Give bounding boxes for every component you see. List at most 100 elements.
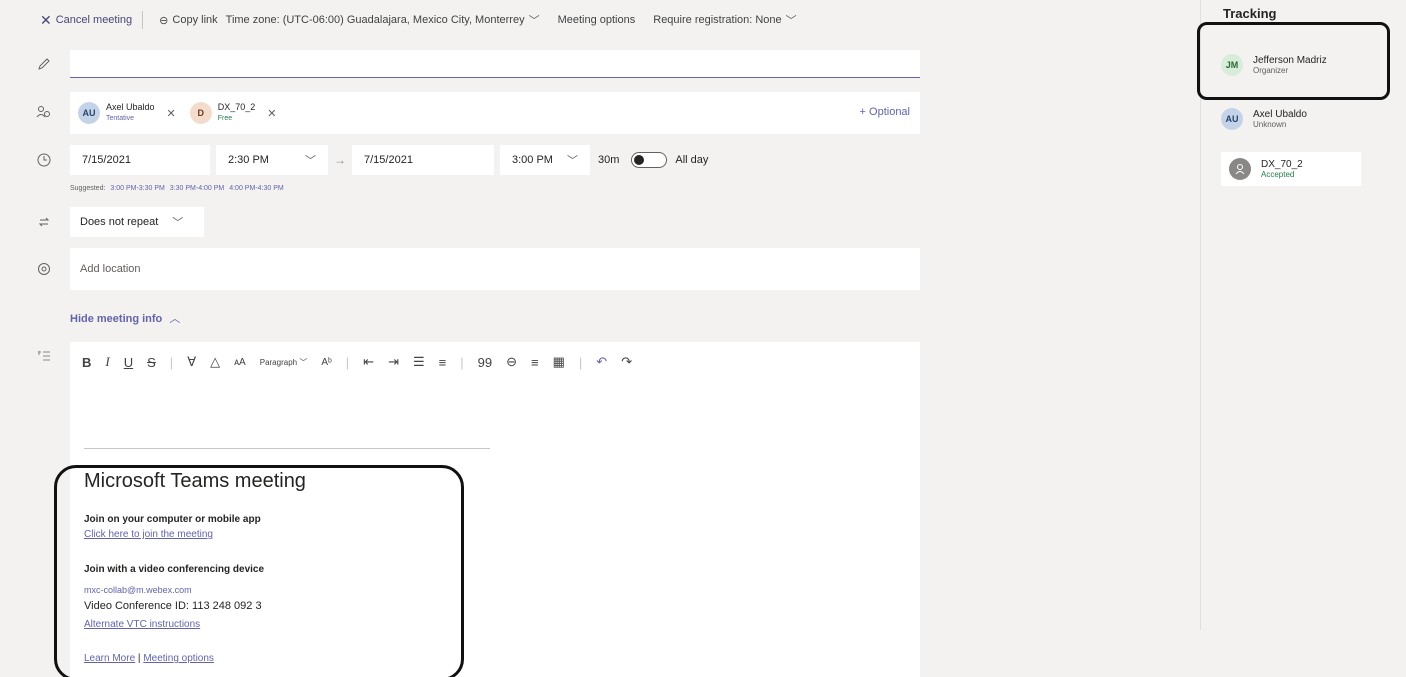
end-time-picker[interactable]: 3:00 PM ﹀ (500, 145, 590, 175)
all-day-toggle[interactable] (631, 152, 668, 168)
horizontal-rule-icon[interactable]: ≡ (531, 355, 539, 370)
redo-icon[interactable]: ↷ (621, 354, 632, 370)
toolbar-divider (142, 11, 144, 29)
text-format-icon (34, 346, 54, 366)
all-day-label: All day (675, 154, 709, 166)
link-icon[interactable]: ⊖ (506, 354, 517, 370)
clear-format-icon[interactable]: Aᵇ (321, 357, 331, 368)
attendee-picker[interactable]: AU Axel Ubaldo Tentative ✕ D DX_70_2 Fre… (70, 92, 920, 134)
chevron-down-icon: ﹀ (785, 15, 797, 27)
underline-icon[interactable]: U (124, 355, 133, 370)
repeat-dropdown[interactable]: Does not repeat ﹀ (70, 207, 204, 237)
repeat-value: Does not repeat (80, 216, 159, 228)
attendee-name: DX_70_2 (217, 102, 256, 112)
optional-attendees-link[interactable]: + Optional (860, 106, 910, 118)
person-role: Unknown (1253, 120, 1287, 129)
strikethrough-icon[interactable]: S (147, 355, 156, 370)
copy-link-label: Copy link (172, 14, 218, 26)
toolbar-divider: | (169, 354, 174, 370)
hide-meeting-info-button[interactable]: Hide meeting info ︿ (70, 310, 180, 326)
font-color-icon[interactable]: △ (210, 354, 220, 370)
copy-link-button[interactable]: ⊖ Copy link (159, 14, 217, 27)
attendee-chip[interactable]: AU Axel Ubaldo Tentative ✕ (78, 102, 176, 124)
duration-label: 30m (598, 154, 620, 166)
location-input[interactable]: Add location (70, 248, 920, 290)
person-name: Axel Ubaldo (1253, 109, 1307, 120)
meeting-options-button[interactable]: Meeting options (558, 14, 636, 26)
avatar: AU (78, 102, 100, 124)
remove-attendee-icon[interactable]: ✕ (267, 107, 276, 120)
tracking-title: Tracking (1223, 6, 1277, 21)
start-time-picker[interactable]: 2:30 PM ﹀ (216, 145, 328, 175)
repeat-icon (34, 212, 54, 232)
registration-label: Require registration: None (653, 14, 782, 26)
empty-canvas (930, 40, 1200, 677)
arrow-right-icon: → (334, 153, 346, 167)
date-time-row: 7/15/2021 2:30 PM ﹀ → 7/15/2021 3:00 PM … (70, 145, 708, 175)
end-date-value: 7/15/2021 (364, 154, 413, 166)
suggested-slot[interactable]: 3:30 PM-4:00 PM (170, 185, 224, 192)
location-icon (34, 259, 54, 279)
quote-icon[interactable]: 99 (478, 355, 492, 370)
chevron-up-icon: ︿ (169, 313, 181, 325)
toolbar-divider: | (460, 354, 464, 370)
cancel-meeting-button[interactable]: ✕ Cancel meeting (40, 12, 132, 29)
people-icon (34, 102, 54, 122)
attendee-name: Axel Ubaldo (106, 102, 155, 112)
remove-attendee-icon[interactable]: ✕ (167, 107, 176, 120)
editor-divider (84, 448, 490, 449)
title-input[interactable] (70, 50, 920, 78)
annotation-highlight (1197, 22, 1390, 100)
hide-meeting-info-label: Hide meeting info (70, 313, 163, 325)
toolbar-divider: | (345, 354, 350, 370)
link-icon: ⊖ (159, 14, 169, 27)
suggested-slot[interactable]: 4:00 PM-4:30 PM (229, 185, 283, 192)
table-icon[interactable]: ▦ (553, 354, 565, 370)
end-time-value: 3:00 PM (512, 154, 553, 166)
end-date-picker[interactable]: 7/15/2021 (352, 145, 494, 175)
attendee-status: Tentative (106, 115, 135, 122)
avatar: D (189, 102, 212, 124)
pencil-icon (34, 54, 54, 74)
bold-icon[interactable]: B (82, 355, 91, 370)
meeting-toolbar: ✕ Cancel meeting ⊖ Copy link Time zone: … (0, 0, 1200, 40)
tracking-person[interactable]: DX_70_2 Accepted (1221, 152, 1361, 186)
close-icon: ✕ (40, 11, 52, 28)
avatar: AU (1221, 108, 1243, 130)
increase-indent-icon[interactable]: ⇥ (388, 354, 399, 370)
italic-icon[interactable]: I (105, 354, 109, 370)
cancel-meeting-label: Cancel meeting (55, 14, 133, 26)
attendee-status: Free (217, 115, 233, 122)
start-date-picker[interactable]: 7/15/2021 (70, 145, 210, 175)
start-date-value: 7/15/2021 (82, 154, 131, 166)
registration-dropdown[interactable]: Require registration: None ﹀ (653, 12, 796, 28)
attendee-chip[interactable]: D DX_70_2 Free ✕ (189, 102, 277, 124)
chevron-down-icon: ﹀ (305, 155, 316, 167)
tracking-person[interactable]: AU Axel Ubaldo Unknown (1221, 108, 1307, 130)
suggested-slot[interactable]: 3:00 PM-3:30 PM (110, 185, 164, 192)
suggested-label: Suggested: (70, 185, 106, 192)
meeting-options-label: Meeting options (557, 14, 636, 26)
undo-icon[interactable]: ↶ (596, 354, 607, 370)
paragraph-dropdown[interactable]: Paragraph ﹀ (260, 357, 308, 368)
chevron-down-icon: ﹀ (172, 217, 184, 229)
start-time-value: 2:30 PM (228, 154, 269, 166)
chevron-down-icon: ﹀ (528, 15, 540, 27)
numbered-list-icon[interactable]: ≡ (439, 355, 447, 370)
toolbar-divider: | (578, 354, 583, 370)
location-placeholder: Add location (80, 263, 141, 275)
bullet-list-icon[interactable]: ☰ (413, 354, 425, 370)
decrease-indent-icon[interactable]: ⇤ (363, 354, 374, 370)
clock-icon (34, 150, 54, 170)
timezone-label: Time zone: (UTC-06:00) Guadalajara, Mexi… (225, 14, 525, 26)
suggested-times: Suggested: 3:00 PM-3:30 PM 3:30 PM-4:00 … (70, 185, 284, 192)
annotation-highlight (54, 465, 464, 677)
highlight-icon[interactable]: ∀ (187, 354, 196, 370)
person-name: DX_70_2 (1261, 159, 1303, 170)
paragraph-label: Paragraph (259, 357, 298, 367)
formatting-toolbar: B I U S | ∀ △ ᴀA Paragraph ﹀ Aᵇ | ⇤ ⇥ ☰ … (82, 352, 632, 372)
chevron-down-icon: ﹀ (567, 155, 578, 167)
font-size-icon[interactable]: ᴀA (234, 357, 246, 368)
timezone-dropdown[interactable]: Time zone: (UTC-06:00) Guadalajara, Mexi… (226, 12, 540, 28)
person-role: Accepted (1261, 170, 1295, 179)
